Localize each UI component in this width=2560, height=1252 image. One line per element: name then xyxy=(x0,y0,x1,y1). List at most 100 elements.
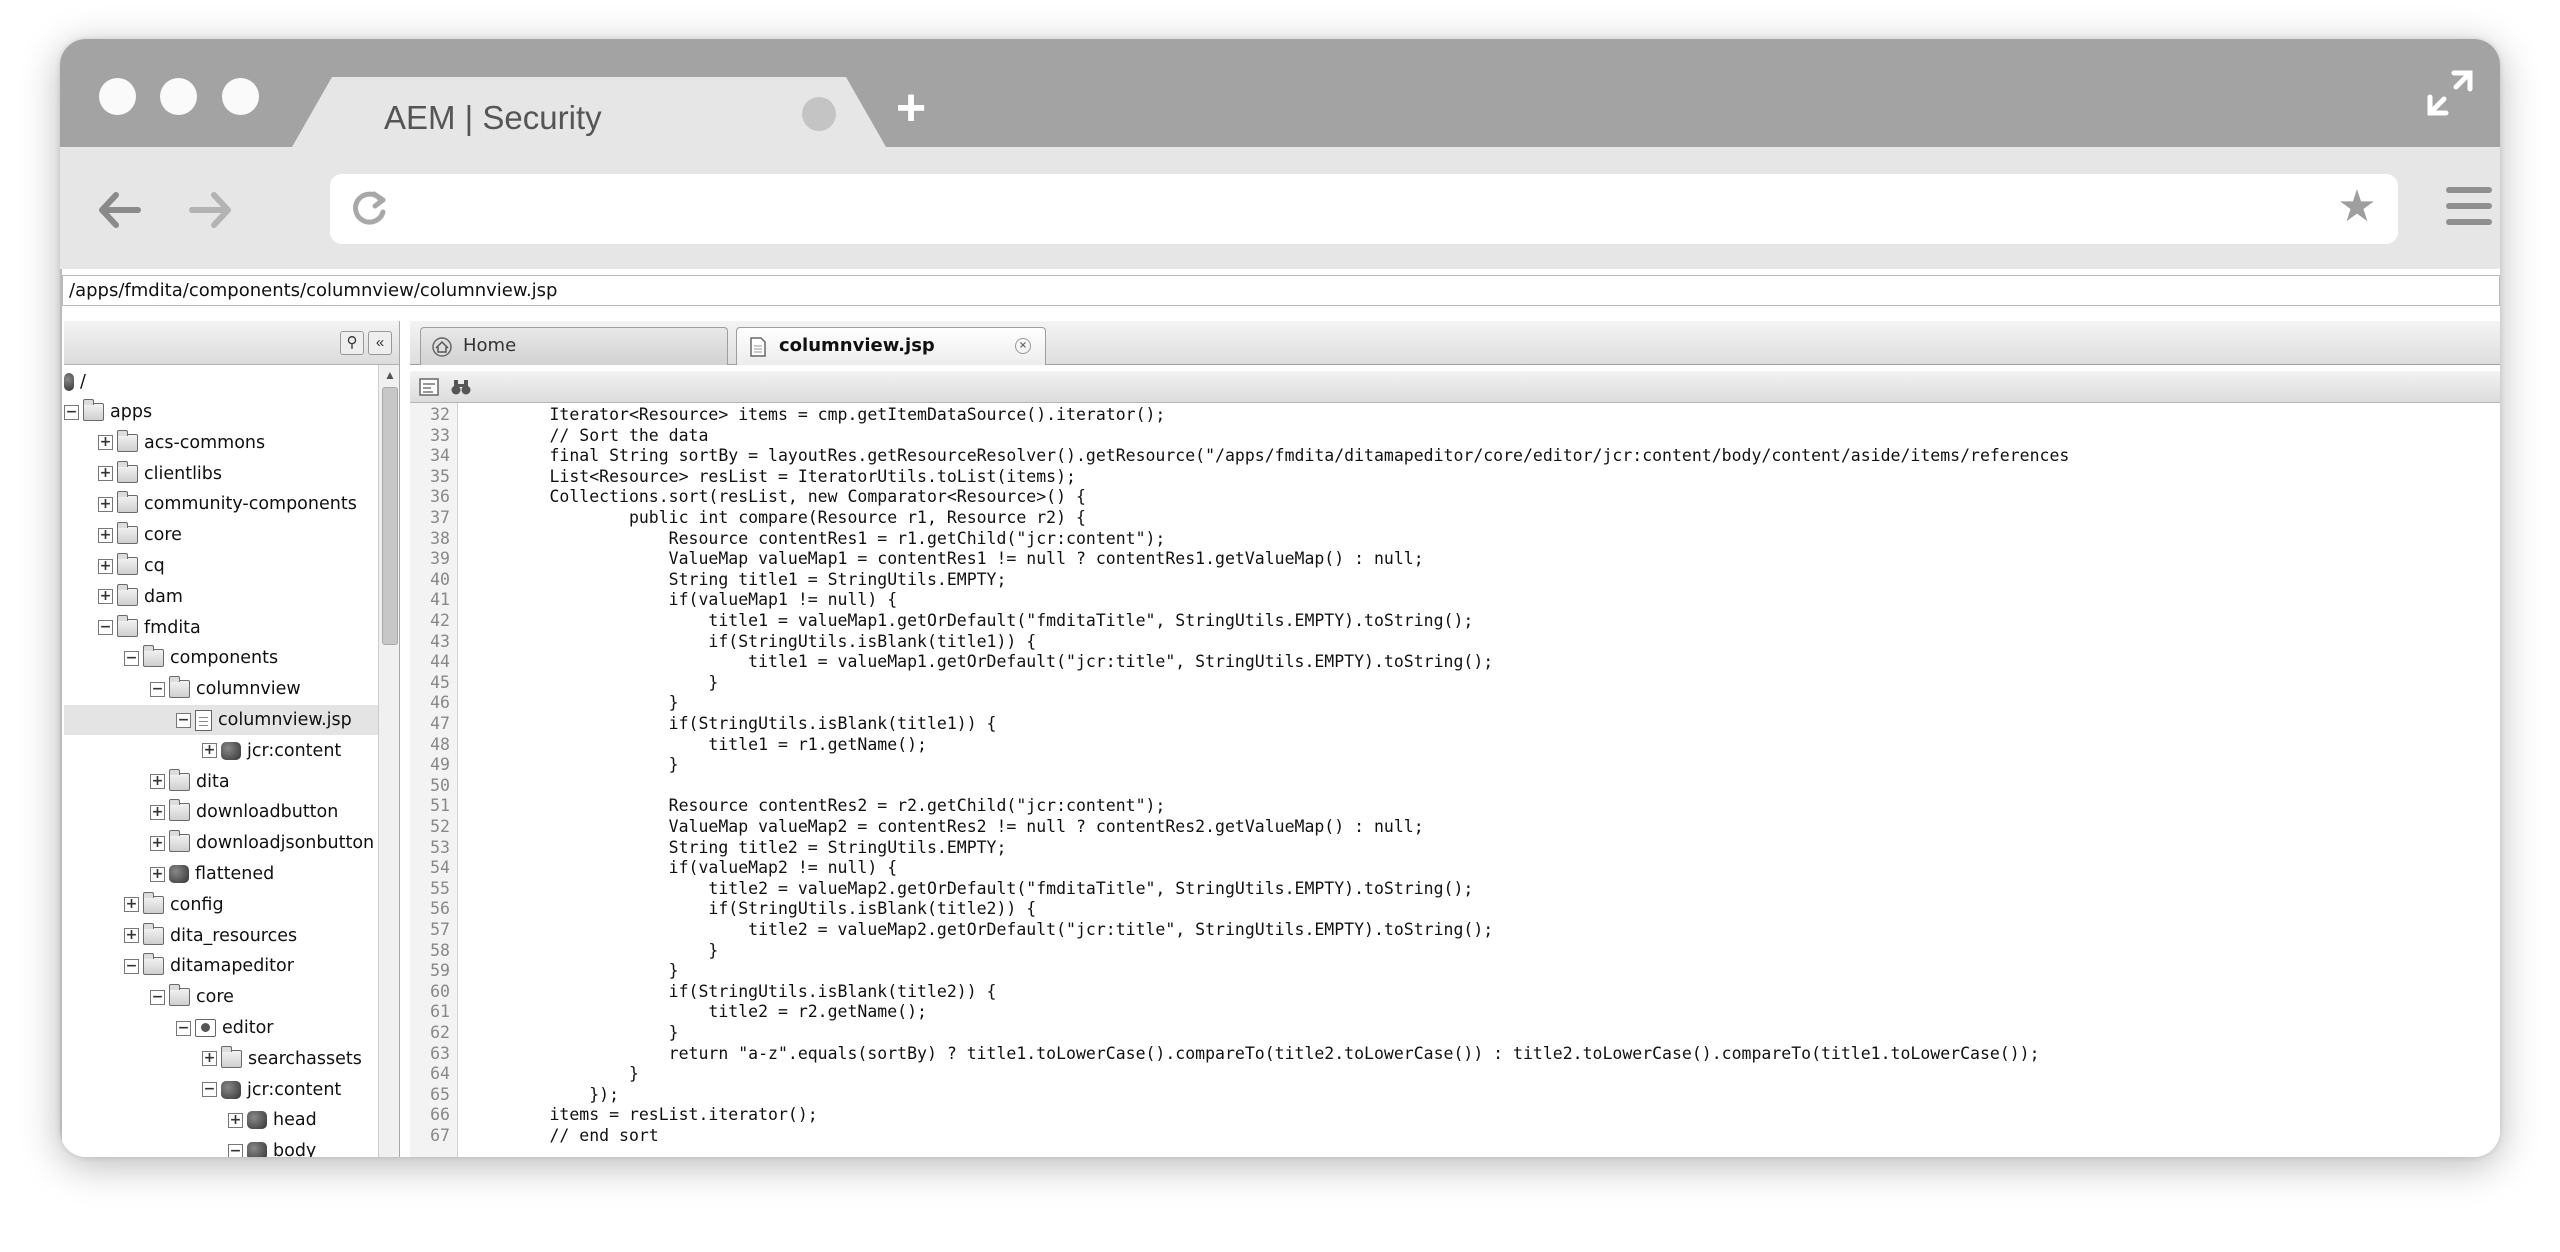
tree-item[interactable]: + clientlibs xyxy=(98,459,222,489)
tab-close-button[interactable] xyxy=(802,97,836,131)
expand-toggle-icon[interactable]: + xyxy=(98,496,113,512)
tree-item[interactable]: + dam xyxy=(98,582,183,612)
bookmark-star-icon[interactable]: ★ xyxy=(2334,184,2380,230)
collapse-panel-icon[interactable]: « xyxy=(368,331,392,355)
tree-item[interactable]: + acs-commons xyxy=(98,428,265,458)
scroll-thumb[interactable] xyxy=(382,387,398,645)
collapse-toggle-icon[interactable]: − xyxy=(98,620,113,636)
expand-toggle-icon[interactable]: + xyxy=(202,1051,217,1067)
tree-item[interactable]: + community-components xyxy=(98,489,357,519)
expand-toggle-icon[interactable]: + xyxy=(150,804,165,820)
tree-item[interactable]: − columnview xyxy=(150,674,301,704)
tree-item[interactable]: + core xyxy=(98,520,182,550)
tree-item[interactable]: + searchassets xyxy=(202,1044,362,1074)
maximize-window-button[interactable] xyxy=(222,78,259,115)
expand-toggle-icon[interactable]: + xyxy=(150,835,165,851)
tree-item-label: downloadjsonbutton xyxy=(196,833,375,854)
tree-item[interactable]: − editor xyxy=(176,1013,274,1043)
minimize-window-button[interactable] xyxy=(160,78,197,115)
expand-toggle-icon[interactable]: + xyxy=(150,866,165,882)
expand-toggle-icon[interactable]: + xyxy=(150,774,165,790)
code-text: Resource contentRes2 = r2.getChild("jcr:… xyxy=(470,796,1166,816)
code-line: 32 Iterator<Resource> items = cmp.getIte… xyxy=(410,405,2500,426)
tab-columnview-jsp[interactable]: columnview.jsp × xyxy=(736,327,1046,365)
scroll-up-arrow-icon[interactable]: ▲ xyxy=(379,365,399,385)
code-text: } xyxy=(470,1023,679,1042)
expand-toggle-icon[interactable]: + xyxy=(98,527,113,543)
tree-item[interactable]: − apps xyxy=(64,397,152,427)
collapse-toggle-icon[interactable]: − xyxy=(124,958,139,974)
expand-toggle-icon[interactable]: + xyxy=(98,558,113,574)
folder-icon xyxy=(169,676,190,699)
tree-item[interactable]: + config xyxy=(124,890,224,920)
expand-toggle-icon[interactable]: + xyxy=(124,928,139,944)
browser-toolbar: ★ xyxy=(60,147,2500,269)
binoculars-icon[interactable] xyxy=(450,376,472,398)
tab-home-label: Home xyxy=(463,335,517,356)
find-binoculars-icon[interactable]: ⚲ xyxy=(340,331,364,355)
expand-toggle-icon[interactable]: + xyxy=(98,589,113,605)
collapse-toggle-icon[interactable]: − xyxy=(176,1020,191,1036)
tree-item[interactable]: − components xyxy=(124,643,278,673)
close-window-button[interactable] xyxy=(99,78,136,115)
line-number: 65 xyxy=(430,1084,450,1104)
line-number: 54 xyxy=(430,858,450,878)
forward-arrow-icon[interactable] xyxy=(186,185,236,235)
collapse-toggle-icon[interactable]: − xyxy=(150,681,165,697)
tree-item[interactable]: + dita_resources xyxy=(124,921,297,951)
line-number: 48 xyxy=(430,734,450,754)
tree-item[interactable]: + flattened xyxy=(150,859,274,889)
expand-toggle-icon[interactable]: + xyxy=(98,466,113,482)
expand-toggle-icon[interactable]: + xyxy=(202,743,217,759)
reload-icon[interactable] xyxy=(348,188,390,230)
line-number: 60 xyxy=(430,981,450,1001)
expand-toggle-icon[interactable]: + xyxy=(98,435,113,451)
folder-icon xyxy=(169,830,190,853)
folder-icon xyxy=(117,614,138,637)
format-icon[interactable] xyxy=(418,376,440,398)
tree-item[interactable]: + dita xyxy=(150,767,230,797)
folder-icon xyxy=(143,922,164,945)
collapse-toggle-icon[interactable]: − xyxy=(124,650,139,666)
tree-item[interactable]: − core xyxy=(150,982,234,1012)
tree-root[interactable]: / xyxy=(64,367,86,397)
collapse-toggle-icon[interactable]: − xyxy=(228,1143,243,1157)
tab-close-icon[interactable]: × xyxy=(1015,338,1031,354)
path-field[interactable]: /apps/fmdita/components/columnview/colum… xyxy=(62,275,2500,306)
code-line: 51 Resource contentRes2 = r2.getChild("j… xyxy=(410,796,2500,817)
code-line: 34 final String sortBy = layoutRes.getRe… xyxy=(410,446,2500,467)
tab-home[interactable]: Home xyxy=(420,327,728,365)
line-number: 35 xyxy=(430,466,450,486)
tree-item[interactable]: − jcr:content xyxy=(202,1075,341,1105)
tree-item[interactable]: − body xyxy=(228,1136,316,1157)
tree-item[interactable]: + jcr:content xyxy=(202,736,341,766)
tree-item[interactable]: + cq xyxy=(98,551,165,581)
expand-toggle-icon[interactable]: + xyxy=(124,897,139,913)
collapse-toggle-icon[interactable]: − xyxy=(202,1082,217,1098)
tree-item[interactable]: + downloadbutton xyxy=(150,797,338,827)
expand-icon[interactable] xyxy=(2424,67,2476,119)
expand-toggle-icon[interactable]: + xyxy=(228,1112,243,1128)
collapse-toggle-icon[interactable]: − xyxy=(64,404,79,420)
tree-scrollbar[interactable]: ▲ xyxy=(378,365,399,1157)
code-editor[interactable]: 32 Iterator<Resource> items = cmp.getIte… xyxy=(410,403,2500,1157)
tree-item[interactable]: − columnview.jsp xyxy=(64,705,378,735)
code-line: 48 title1 = r1.getName(); xyxy=(410,735,2500,756)
browser-menu-icon[interactable] xyxy=(2446,187,2492,229)
line-number: 45 xyxy=(430,672,450,692)
tree-item[interactable]: − ditamapeditor xyxy=(124,951,294,981)
tree-item-label: head xyxy=(273,1110,317,1131)
browser-tab[interactable]: AEM | Security xyxy=(292,77,886,147)
collapse-toggle-icon[interactable]: − xyxy=(150,989,165,1005)
tree-item[interactable]: + head xyxy=(228,1105,317,1135)
line-number: 61 xyxy=(430,1002,450,1022)
back-arrow-icon[interactable] xyxy=(94,185,144,235)
tree-item-label: dita xyxy=(196,771,230,792)
code-line: 55 title2 = valueMap2.getOrDefault("fmdi… xyxy=(410,879,2500,900)
tree-item[interactable]: − fmdita xyxy=(98,613,201,643)
tree-item[interactable]: + downloadjsonbutton xyxy=(150,828,374,858)
new-tab-icon[interactable]: + xyxy=(886,82,936,134)
address-bar[interactable]: ★ xyxy=(330,174,2398,244)
collapse-toggle-icon[interactable]: − xyxy=(176,712,191,728)
line-number: 36 xyxy=(430,487,450,507)
